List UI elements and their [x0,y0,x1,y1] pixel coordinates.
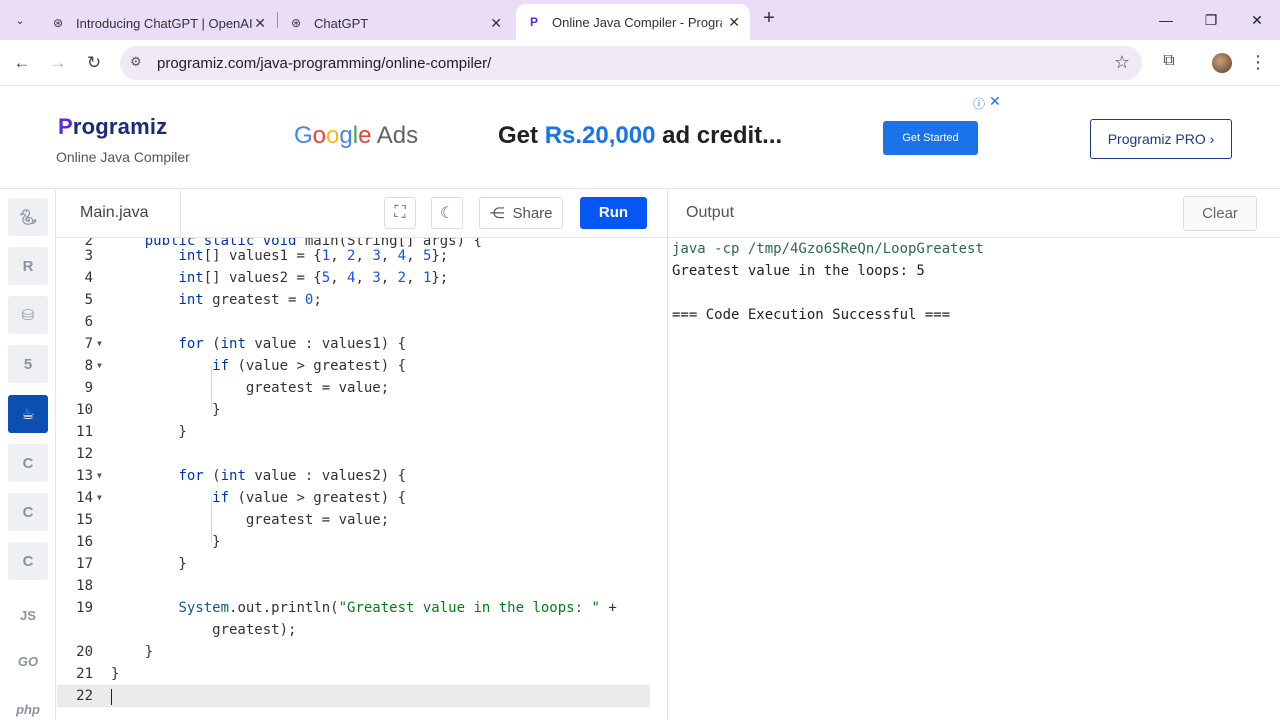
code-line: 17 } [76,556,187,572]
code-line: 3 int[] values1 = {1, 2, 3, 4, 5}; [84,248,449,264]
restore-icon[interactable]: ❐ [1196,8,1226,32]
run-button[interactable]: Run [580,197,647,229]
javascript-icon[interactable]: JS [8,596,48,634]
forward-icon[interactable]: → [46,51,70,75]
r-icon[interactable]: R [8,247,48,285]
programiz-pro-button[interactable]: Programiz PRO › [1090,119,1232,159]
site-info-icon[interactable]: ⚙ [130,54,142,70]
output-header: Output Clear [668,190,1280,238]
url-text[interactable]: programiz.com/java-programming/online-co… [157,55,491,72]
output-console[interactable]: java -cp /tmp/4Gzo6SReQn/LoopGreatest Gr… [672,238,1272,720]
ad-headline: Get Rs.20,000 ad credit... [498,122,782,150]
ad-headline-prefix: Get [498,122,545,149]
share-label: Share [512,204,553,222]
csharp-icon[interactable]: C [8,542,48,580]
openai-icon: ⊛ [290,16,302,30]
code-line: 5 int greatest = 0; [84,292,322,308]
minimize-icon[interactable]: — [1151,8,1181,32]
go-icon[interactable]: GO [8,642,48,680]
html5-icon[interactable]: 5 [8,345,48,383]
database-icon[interactable]: ⛁ [8,296,48,334]
code-line-current: 22 [57,685,650,707]
site-header: Programiz Online Java Compiler ⓘ ✕ Googl… [0,86,1280,189]
code-line: 13 ▼ for (int value : values2) { [76,468,407,484]
more-menu-icon[interactable]: ⋮ [1249,52,1267,73]
code-line-wrapped: greatest); [111,622,297,638]
browser-tab-openai[interactable]: ⊛ Introducing ChatGPT | OpenAI ✕ [40,6,276,40]
programiz-logo[interactable]: Programiz [58,114,167,140]
bookmark-star-icon[interactable]: ☆ [1114,52,1130,73]
code-editor[interactable]: 2 public static void main(String[] args)… [57,238,667,720]
code-line: 11 } [76,424,187,440]
reload-icon[interactable]: ↻ [82,51,106,75]
tab-title: Online Java Compiler - Program [552,14,722,30]
output-title: Output [686,204,735,221]
logo-text: rogramiz [72,114,168,139]
tab-title: Introducing ChatGPT | OpenAI [76,15,253,31]
address-bar[interactable]: ⚙ programiz.com/java-programming/online-… [120,46,1142,80]
code-line: 21} [76,666,120,682]
editor-toolbar: Main.java ⛶ ☾ ⋲ Share Run [57,190,667,238]
code-line: 15 greatest = value; [76,512,390,528]
php-icon[interactable]: php [8,690,48,728]
logo-initial: P [58,114,73,139]
code-line: 9 greatest = value; [84,380,390,396]
cpp-icon[interactable]: C [8,493,48,531]
share-button[interactable]: ⋲ Share [479,197,563,229]
code-line: 18 [76,578,93,594]
code-line: 14 ▼ if (value > greatest) { [76,490,407,506]
ad-get-started-button[interactable]: Get Started [883,121,978,155]
output-command-line: java -cp /tmp/4Gzo6SReQn/LoopGreatest [672,241,984,257]
tab-title: ChatGPT [314,15,369,31]
close-tab-icon[interactable]: ✕ [254,15,266,32]
google-ads-logo: Google Ads [294,122,419,149]
code-line: 8 ▼ if (value > greatest) { [84,358,407,374]
openai-icon: ⊛ [52,16,64,30]
c-icon[interactable]: C [8,444,48,482]
text-cursor [111,689,112,705]
ad-amount: Rs.20,000 [544,122,656,149]
python-icon[interactable]: 🐍︎ [8,198,48,236]
profile-avatar[interactable] [1212,53,1232,73]
page-subtitle: Online Java Compiler [56,149,190,165]
extensions-puzzle-icon[interactable]: ⧉ [1158,52,1180,74]
ad-headline-suffix: ad credit... [655,122,783,149]
dark-mode-moon-icon[interactable]: ☾ [431,197,463,229]
code-line: 19 System.out.println("Greatest value in… [76,600,617,616]
programiz-icon: P [529,15,538,29]
new-tab-button[interactable]: + [758,8,780,30]
java-icon[interactable]: ☕︎ [8,395,48,433]
ad-info-icon[interactable]: ⓘ [973,95,985,112]
browser-toolbar: ← → ↻ ⚙ programiz.com/java-programming/o… [0,40,1280,86]
share-icon: ⋲ [489,205,505,222]
output-line: === Code Execution Successful === [672,307,951,323]
code-line: 10 } [76,402,221,418]
browser-tab-strip: ⌄ ⊛ Introducing ChatGPT | OpenAI ✕ ⊛ Cha… [0,0,1280,40]
panel-resize-handle[interactable] [667,190,668,720]
ad-close-icon[interactable]: ✕ [989,93,1001,110]
browser-tab-programiz[interactable]: P Online Java Compiler - Program ✕ [516,4,750,40]
code-line: 4 int[] values2 = {5, 4, 3, 2, 1}; [84,270,449,286]
clear-button[interactable]: Clear [1183,196,1257,231]
close-tab-icon[interactable]: ✕ [728,14,740,31]
browser-tab-chatgpt[interactable]: ⊛ ChatGPT ✕ [278,6,512,40]
code-line: 20 } [76,644,154,660]
tab-search-chevron-icon[interactable]: ⌄ [8,8,32,32]
close-window-icon[interactable]: ✕ [1242,8,1272,32]
code-line: 12 [76,446,93,462]
output-line: Greatest value in the loops: 5 [672,263,925,279]
back-icon[interactable]: ← [10,51,34,75]
code-line: 6 [84,314,93,330]
file-tab[interactable]: Main.java [57,190,181,238]
code-line: 16 } [76,534,221,550]
close-tab-icon[interactable]: ✕ [490,15,502,32]
code-line: 7 ▼ for (int value : values1) { [84,336,407,352]
language-sidebar: 🐍︎ R ⛁ 5 ☕︎ C C C JS GO php [0,190,56,720]
fullscreen-icon[interactable]: ⛶ [384,197,416,229]
